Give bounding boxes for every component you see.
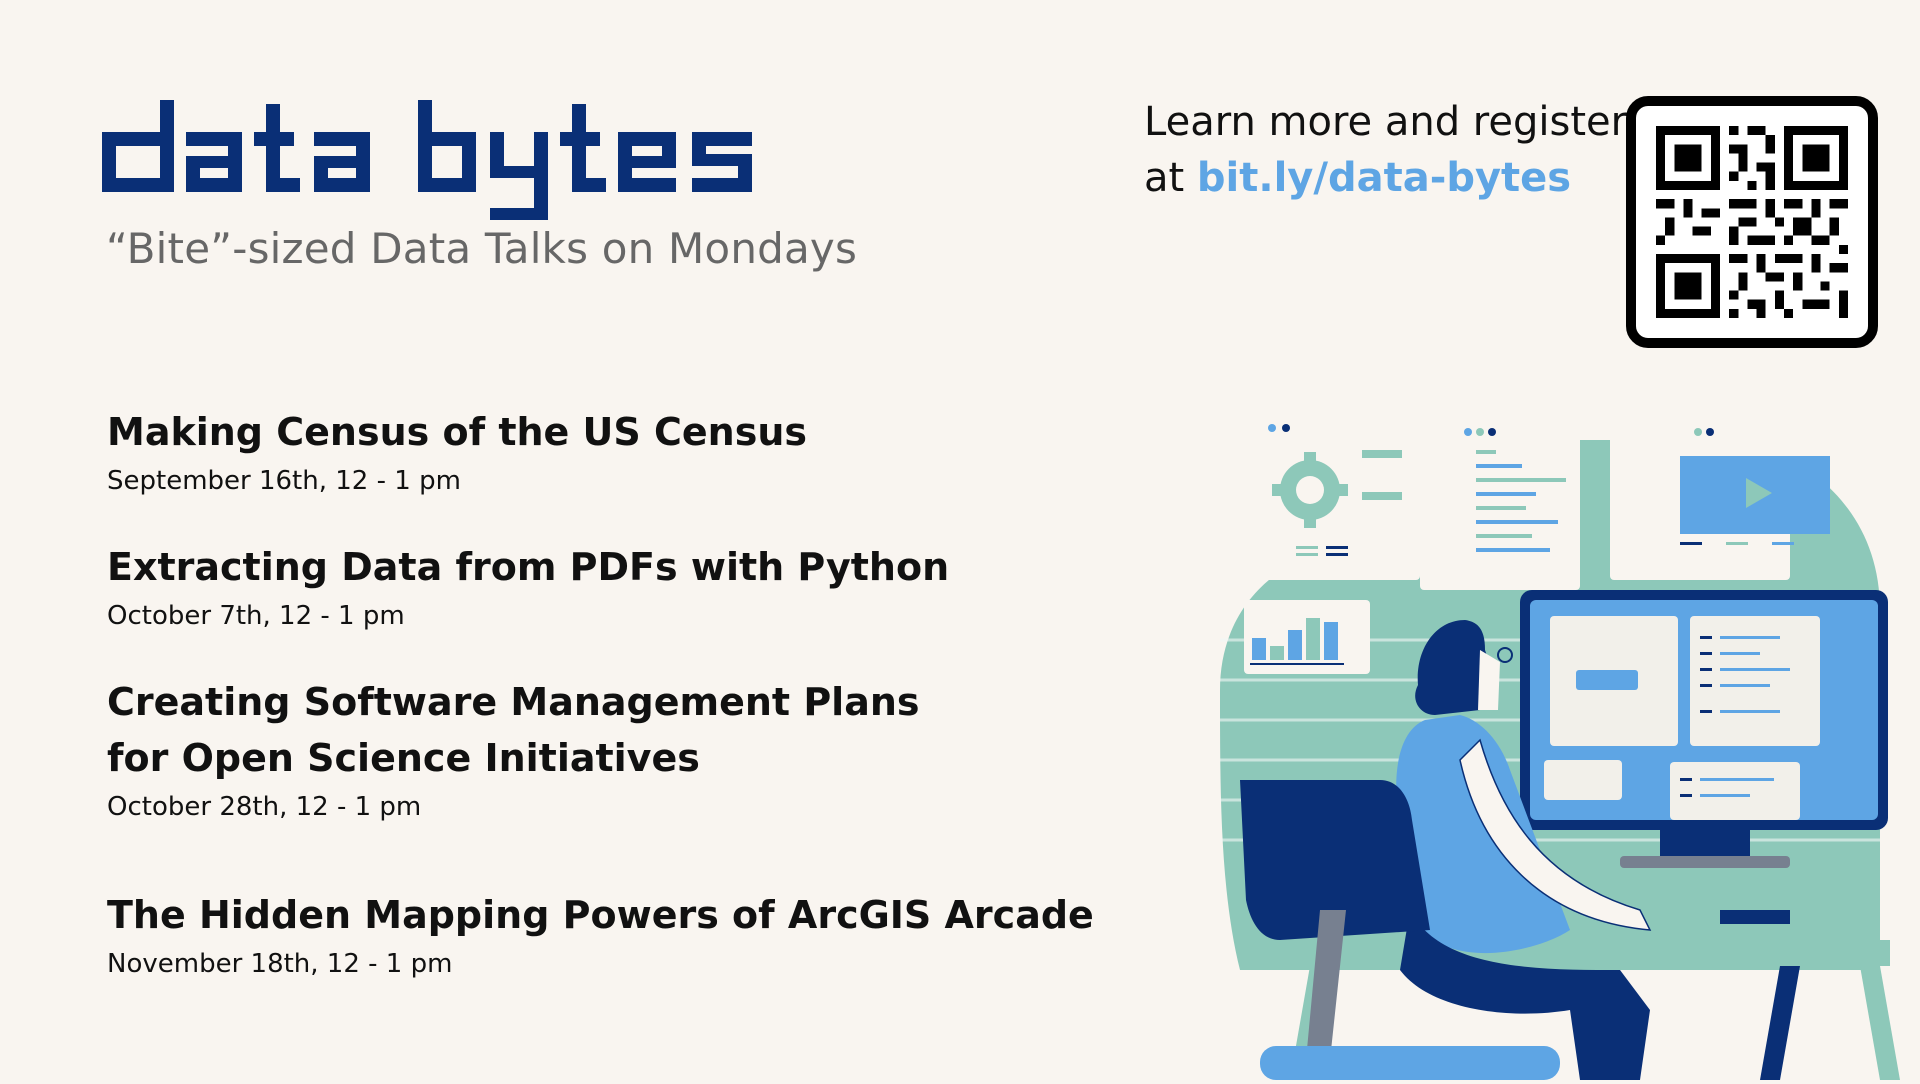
register-link[interactable]: bit.ly/data-bytes	[1197, 155, 1571, 201]
talk-item: Extracting Data from PDFs with Python Oc…	[107, 539, 949, 631]
talk-title: Creating Software Management Plans	[107, 680, 920, 724]
talk-item: The Hidden Mapping Powers of ArcGIS Arca…	[107, 887, 1094, 979]
talk-title: Making Census of the US Census	[107, 410, 808, 454]
qr-code-icon	[1656, 126, 1848, 318]
bar-chart-icon	[1244, 600, 1370, 674]
talk-item: Creating Software Management Plans for O…	[107, 674, 920, 822]
talk-title: Extracting Data from PDFs with Python	[107, 545, 950, 589]
page-title	[102, 96, 802, 228]
qr-code[interactable]	[1626, 96, 1878, 348]
talk-date: October 28th, 12 - 1 pm	[107, 792, 422, 822]
talk-title: The Hidden Mapping Powers of ArcGIS Arca…	[107, 893, 1094, 937]
settings-panel	[1240, 424, 1420, 580]
illustration-svg	[1220, 424, 1900, 1080]
talk-title-line-2: for Open Science Initiatives	[107, 736, 700, 780]
register-line: Learn more and register	[1144, 99, 1628, 145]
person-at-computer-illustration	[1180, 410, 1920, 1080]
register-at: at	[1144, 155, 1185, 201]
page-subtitle: “Bite”-sized Data Talks on Mondays	[106, 224, 858, 273]
register-block: Learn more and register at bit.ly/data-b…	[1144, 94, 1627, 206]
monitor	[1520, 590, 1888, 868]
talk-date: November 18th, 12 - 1 pm	[107, 949, 453, 979]
talk-date: October 7th, 12 - 1 pm	[107, 601, 405, 631]
code-panel	[1420, 428, 1610, 590]
talk-date: September 16th, 12 - 1 pm	[107, 466, 461, 496]
data-bytes-logo	[102, 100, 752, 220]
register-link-line: at bit.ly/data-bytes	[1144, 150, 1627, 206]
talk-item: Making Census of the US Census September…	[107, 404, 807, 496]
